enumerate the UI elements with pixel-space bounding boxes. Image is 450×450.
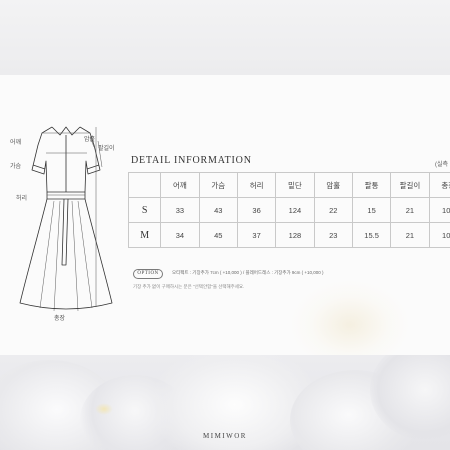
table-cell: 21 xyxy=(390,222,430,248)
table-cell: 124 xyxy=(275,197,315,223)
size-info-card: 어깨 가슴 허리 암홀 팔길이 총장 DETAIL INFORMATION (실… xyxy=(0,75,450,355)
table-cell: 34 xyxy=(160,222,200,248)
size-label: M xyxy=(127,222,162,248)
top-background xyxy=(0,0,450,75)
table-header-cell: 암홀 xyxy=(313,172,353,198)
table-cell: 33 xyxy=(160,197,200,223)
table-header-cell: 밑단 xyxy=(275,172,315,198)
option-badge: OPTION xyxy=(133,269,163,279)
table-cell: 36 xyxy=(236,197,277,223)
option-note: 기장 추가 없이 구매하시는 분은 "선택안함"을 선택해주세요. xyxy=(133,284,245,289)
table-cell: 37 xyxy=(236,222,277,248)
table-cell: 22 xyxy=(313,197,353,223)
diagram-label-chest: 가슴 xyxy=(10,164,22,170)
flower-watermark xyxy=(290,280,410,355)
diagram-label-waist: 허리 xyxy=(16,196,28,202)
unit-label: (실측 xyxy=(435,162,449,168)
brand-logo: MIMIWOR xyxy=(203,432,247,440)
table-cell: 15 xyxy=(351,197,392,223)
table-cell: 45 xyxy=(198,222,238,248)
table-row: M 34 45 37 128 23 15.5 21 105 xyxy=(127,222,450,248)
table-header-cell: 총장 xyxy=(428,172,450,198)
table-header-row: 어깨 가슴 허리 밑단 암홀 팔통 팔길이 총장 xyxy=(127,172,450,198)
table-header-cell: 가슴 xyxy=(198,172,238,198)
table-cell: 43 xyxy=(198,197,238,223)
table-cell: 21 xyxy=(390,197,430,223)
table-cell: 104 xyxy=(428,197,450,223)
size-table: 어깨 가슴 허리 밑단 암홀 팔통 팔길이 총장 S 33 43 36 124 … xyxy=(127,172,450,248)
table-header-cell: 팔길이 xyxy=(390,172,430,198)
table-cell: 23 xyxy=(313,222,353,248)
option-text: 오티펙트 : 기장추가 7cm ( +10,000 ) / 플레어드레스 : 기… xyxy=(172,270,324,275)
table-header-cell: 팔통 xyxy=(351,172,392,198)
diagram-label-armhole: 암홀 xyxy=(84,137,96,143)
table-header-cell: 어깨 xyxy=(160,172,200,198)
table-row: S 33 43 36 124 22 15 21 104 xyxy=(127,197,450,223)
detail-title: DETAIL INFORMATION xyxy=(131,155,252,166)
diagram-label-sleeve: 팔길이 xyxy=(98,146,115,152)
table-header-cell xyxy=(127,172,162,198)
table-header-cell: 허리 xyxy=(236,172,277,198)
table-cell: 105 xyxy=(428,222,450,248)
diagram-label-total: 총장 xyxy=(54,316,66,322)
diagram-label-shoulder: 어깨 xyxy=(10,140,22,146)
size-label: S xyxy=(127,197,162,223)
table-cell: 15.5 xyxy=(351,222,392,248)
table-cell: 128 xyxy=(275,222,315,248)
flower-center xyxy=(95,403,113,415)
